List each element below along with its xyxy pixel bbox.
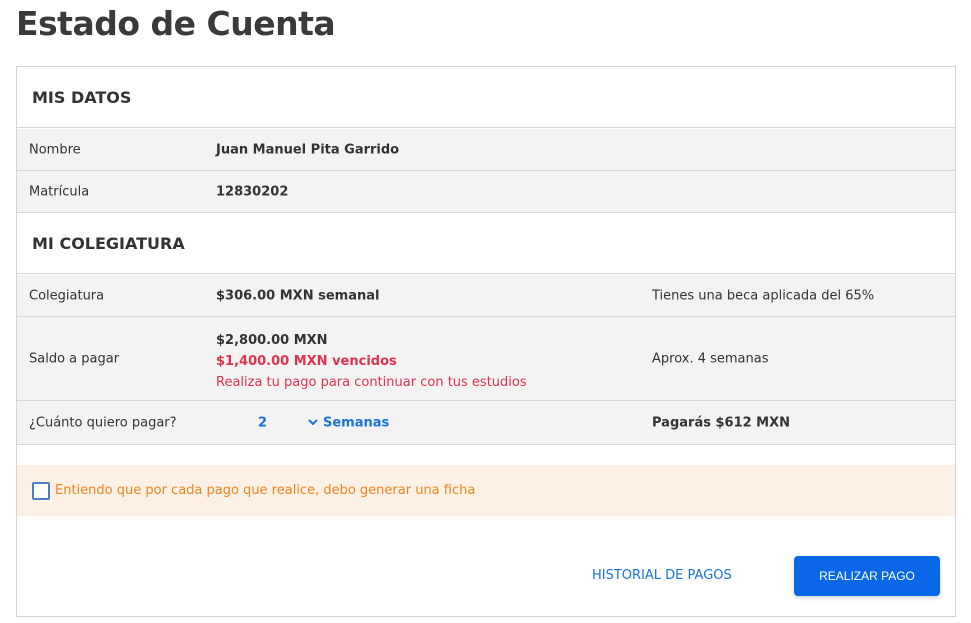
student-name: Juan Manuel Pita Garrido: [216, 142, 400, 157]
row-nombre: Nombre Juan Manuel Pita Garrido: [17, 129, 955, 171]
row-label: Matrícula: [29, 184, 90, 199]
row-label: Colegiatura: [29, 288, 105, 303]
balance-amount: $2,800.00 MXN: [216, 333, 328, 348]
make-payment-button[interactable]: REALIZAR PAGO: [794, 556, 940, 596]
weeks-estimate: Aprox. 4 semanas: [652, 351, 769, 366]
row-payment-amount: ¿Cuánto quiero pagar? 2 Semanas Pagarás …: [17, 401, 955, 445]
row-matricula: Matrícula 12830202: [17, 171, 955, 213]
chevron-down-icon: [308, 419, 318, 425]
scholarship-info: Tienes una beca aplicada del 65%: [652, 288, 875, 303]
row-label: ¿Cuánto quiero pagar?: [29, 415, 177, 430]
page-title: Estado de Cuenta: [16, 4, 336, 43]
overdue-amount: $1,400.00 MXN vencidos: [216, 354, 397, 369]
payment-total: Pagarás $612 MXN: [652, 415, 791, 430]
section-heading-mi-colegiatura: MI COLEGIATURA: [17, 213, 955, 274]
notice-text: Entiendo que por cada pago que realice, …: [55, 483, 476, 498]
tuition-amount: $306.00 MXN semanal: [216, 288, 380, 303]
checkbox-icon[interactable]: [32, 481, 50, 500]
student-id: 12830202: [216, 184, 289, 199]
account-card: MIS DATOS Nombre Juan Manuel Pita Garrid…: [16, 66, 956, 617]
balance-details: $2,800.00 MXN $1,400.00 MXN vencidos Rea…: [216, 330, 527, 393]
overdue-note: Realiza tu pago para continuar con tus e…: [216, 375, 527, 390]
row-label: Nombre: [29, 142, 81, 157]
period-select-value: Semanas: [323, 415, 390, 430]
row-label: Saldo a pagar: [29, 351, 120, 366]
row-colegiatura: Colegiatura $306.00 MXN semanal Tienes u…: [17, 275, 955, 317]
payment-notice: Entiendo que por cada pago que realice, …: [17, 465, 955, 516]
row-saldo: Saldo a pagar $2,800.00 MXN $1,400.00 MX…: [17, 317, 955, 401]
period-select[interactable]: Semanas: [307, 415, 389, 430]
quantity-input[interactable]: 2: [258, 415, 267, 430]
section-heading-mis-datos: MIS DATOS: [17, 67, 955, 128]
payment-history-link[interactable]: HISTORIAL DE PAGOS: [592, 568, 732, 583]
